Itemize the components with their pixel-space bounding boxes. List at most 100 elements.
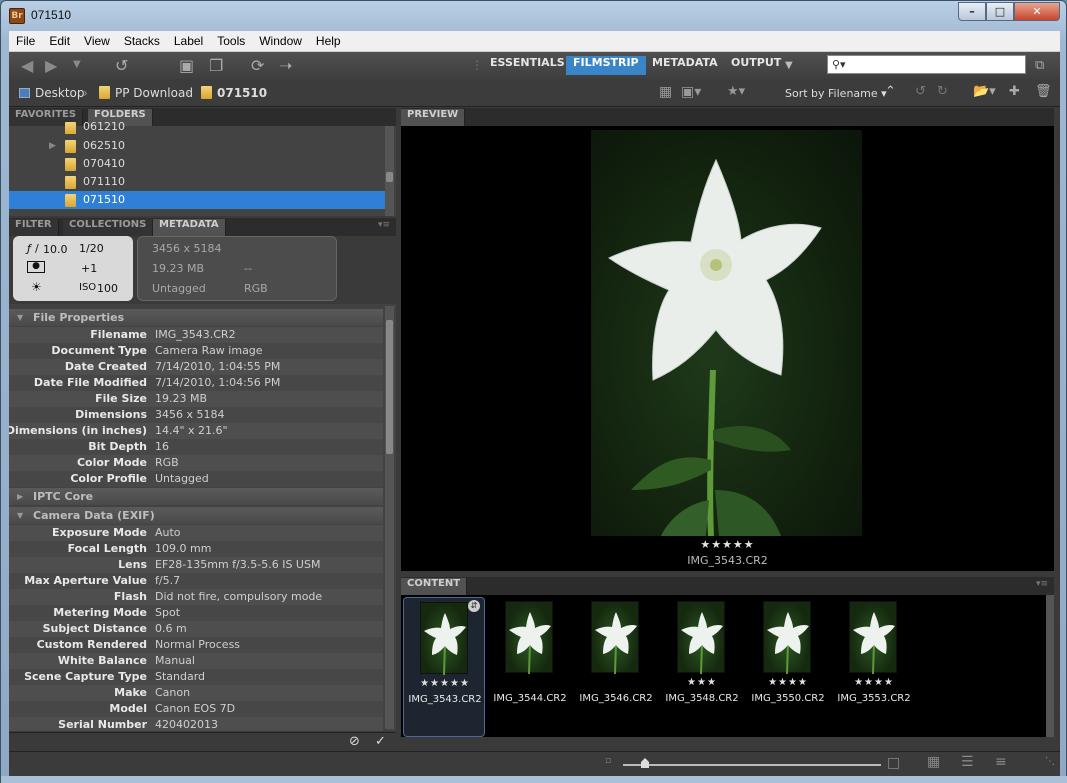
workspace-essentials[interactable]: ESSENTIALS: [483, 56, 572, 75]
tab-preview[interactable]: PREVIEW: [401, 109, 466, 126]
folder-row[interactable]: 061210: [9, 122, 385, 134]
camera-get-photos-icon[interactable]: ▣: [179, 56, 194, 75]
maximize-button[interactable]: □: [986, 2, 1014, 21]
tab-filter[interactable]: FILTER: [9, 219, 59, 236]
grid-view-icon[interactable]: ▦: [927, 754, 940, 770]
metadata-row[interactable]: Custom Rendered Normal Process: [9, 637, 383, 653]
search-input[interactable]: ⚲▾: [827, 55, 1026, 74]
new-folder-icon[interactable]: ✚: [1009, 84, 1020, 99]
menu-view[interactable]: View: [77, 34, 117, 48]
menu-label[interactable]: Label: [167, 34, 210, 48]
thumbnail-rating[interactable]: ★★★★★: [404, 678, 486, 689]
list-view-icon[interactable]: ☰: [961, 754, 974, 770]
resize-grip-icon[interactable]: ⋱: [1045, 756, 1055, 767]
metadata-row[interactable]: Serial Number 420402013: [9, 717, 383, 731]
sort-ascending-icon[interactable]: ⌃: [885, 84, 896, 99]
output-icon[interactable]: ➝: [279, 56, 292, 75]
folder-row[interactable]: ▶ 062510: [9, 137, 385, 155]
view-options-icon[interactable]: ▣▾: [681, 84, 701, 100]
metadata-row[interactable]: File Size 19.23 MB: [9, 391, 383, 407]
workspace-menu-chevron-icon[interactable]: ▼: [785, 60, 793, 71]
expand-triangle-icon[interactable]: ▶: [49, 137, 56, 155]
thumbnail-item[interactable]: ★★★★ IMG_3553.CR2: [833, 597, 915, 737]
panel-menu-icon[interactable]: ▾≡: [378, 220, 390, 230]
metadata-row[interactable]: Color Mode RGB: [9, 455, 383, 471]
thumbnail-large-icon[interactable]: □: [887, 755, 900, 771]
section-file-properties[interactable]: ▼ File Properties: [9, 309, 383, 326]
back-arrow-icon[interactable]: ◀: [21, 56, 33, 75]
folder-row[interactable]: 070410: [9, 155, 385, 173]
metadata-row[interactable]: Focal Length 109.0 mm: [9, 541, 383, 557]
recent-dropdown-icon[interactable]: ▼: [73, 59, 81, 70]
metadata-row[interactable]: White Balance Manual: [9, 653, 383, 669]
workspace-output[interactable]: OUTPUT: [724, 56, 788, 75]
minimize-button[interactable]: –: [958, 2, 986, 21]
breadcrumb-desktop[interactable]: Desktop: [19, 86, 85, 100]
metadata-row[interactable]: Model Canon EOS 7D: [9, 701, 383, 717]
close-button[interactable]: ✕: [1014, 2, 1060, 21]
folder-row[interactable]: 071110: [9, 173, 385, 191]
metadata-row[interactable]: Max Aperture Value f/5.7: [9, 573, 383, 589]
folder-row-selected[interactable]: 071510: [9, 191, 385, 209]
breadcrumb-current[interactable]: 071510: [201, 86, 267, 100]
details-view-icon[interactable]: ≡: [995, 754, 1007, 770]
metadata-row[interactable]: Exposure Mode Auto: [9, 525, 383, 541]
compact-mode-icon[interactable]: ⧉: [1035, 58, 1044, 73]
section-iptc-core[interactable]: ▶ IPTC Core: [9, 488, 383, 505]
folders-scrollbar[interactable]: [385, 126, 394, 216]
metadata-row[interactable]: Date Created 7/14/2010, 1:04:55 PM: [9, 359, 383, 375]
metadata-row[interactable]: Document Type Camera Raw image: [9, 343, 383, 359]
workspace-filmstrip[interactable]: FILMSTRIP: [566, 56, 646, 75]
metadata-row[interactable]: Subject Distance 0.6 m: [9, 621, 383, 637]
thumbnail-rating[interactable]: ★★★★: [833, 677, 915, 688]
metadata-row[interactable]: Make Canon: [9, 685, 383, 701]
thumbnail-item[interactable]: IMG_3544.CR2: [489, 597, 571, 737]
tab-metadata[interactable]: METADATA: [153, 219, 226, 236]
metadata-row[interactable]: Dimensions (in inches) 14.4" x 21.6": [9, 423, 383, 439]
panel-menu-icon[interactable]: ▾≡: [1036, 579, 1048, 589]
slider-knob[interactable]: [641, 758, 649, 768]
content-scrollbar[interactable]: [1046, 595, 1054, 737]
rotate-right-icon[interactable]: ↻: [937, 84, 948, 99]
metadata-row[interactable]: Scene Capture Type Standard: [9, 669, 383, 685]
tab-content[interactable]: CONTENT: [401, 578, 468, 595]
thumbnail-size-slider[interactable]: [623, 764, 881, 766]
metadata-scrollbar[interactable]: [385, 306, 394, 729]
title-bar[interactable]: Br 071510 – □ ✕: [1, 1, 1066, 31]
return-to-app-icon[interactable]: ↺: [115, 56, 128, 75]
cancel-icon[interactable]: ⊘: [349, 734, 360, 749]
scroll-thumb[interactable]: [386, 320, 393, 454]
thumbnail-item[interactable]: ★★★ IMG_3548.CR2: [661, 597, 743, 737]
metadata-row[interactable]: Bit Depth 16: [9, 439, 383, 455]
open-in-camera-raw-icon[interactable]: ⟳: [251, 56, 264, 75]
thumbnail-rating[interactable]: ★★★★: [747, 677, 829, 688]
metadata-row[interactable]: Date File Modified 7/14/2010, 1:04:56 PM: [9, 375, 383, 391]
menu-help[interactable]: Help: [309, 34, 348, 48]
menu-file[interactable]: File: [9, 34, 42, 48]
scroll-thumb[interactable]: [386, 172, 393, 182]
sort-dropdown[interactable]: Sort by Filename ▾: [785, 87, 887, 100]
apply-checkmark-icon[interactable]: ✓: [375, 734, 386, 749]
filter-by-rating-icon[interactable]: ★▾: [727, 84, 745, 99]
metadata-row[interactable]: Lens EF28-135mm f/3.5-5.6 IS USM: [9, 557, 383, 573]
open-recent-folder-icon[interactable]: 📂▾: [973, 84, 996, 99]
thumbnail-rating[interactable]: ★★★: [661, 677, 743, 688]
menu-stacks[interactable]: Stacks: [117, 34, 167, 48]
thumbnail-item[interactable]: IMG_3546.CR2: [575, 597, 657, 737]
quality-thumbnail-icon[interactable]: ▦: [659, 84, 672, 100]
thumbnail-item[interactable]: ★★★★ IMG_3550.CR2: [747, 597, 829, 737]
breadcrumb-pp-download[interactable]: PP Download: [99, 86, 193, 100]
metadata-row[interactable]: Metering Mode Spot: [9, 605, 383, 621]
metadata-row[interactable]: Flash Did not fire, compulsory mode: [9, 589, 383, 605]
tab-collections[interactable]: COLLECTIONS: [63, 219, 154, 236]
metadata-row[interactable]: Filename IMG_3543.CR2: [9, 327, 383, 343]
thumbnail-small-icon[interactable]: ▫: [605, 756, 611, 766]
thumbnail-item[interactable]: ⇵ ★★★★★ IMG_3543.CR2: [403, 597, 485, 737]
rotate-left-icon[interactable]: ↺: [915, 84, 926, 99]
section-camera-data[interactable]: ▼ Camera Data (EXIF): [9, 507, 383, 524]
trash-icon[interactable]: 🗑: [1035, 84, 1052, 99]
preview-rating[interactable]: ★★★★★: [401, 538, 1054, 551]
refine-icon[interactable]: ❐: [209, 56, 223, 75]
workspace-metadata[interactable]: METADATA: [645, 56, 725, 75]
preview-image[interactable]: [591, 130, 862, 537]
